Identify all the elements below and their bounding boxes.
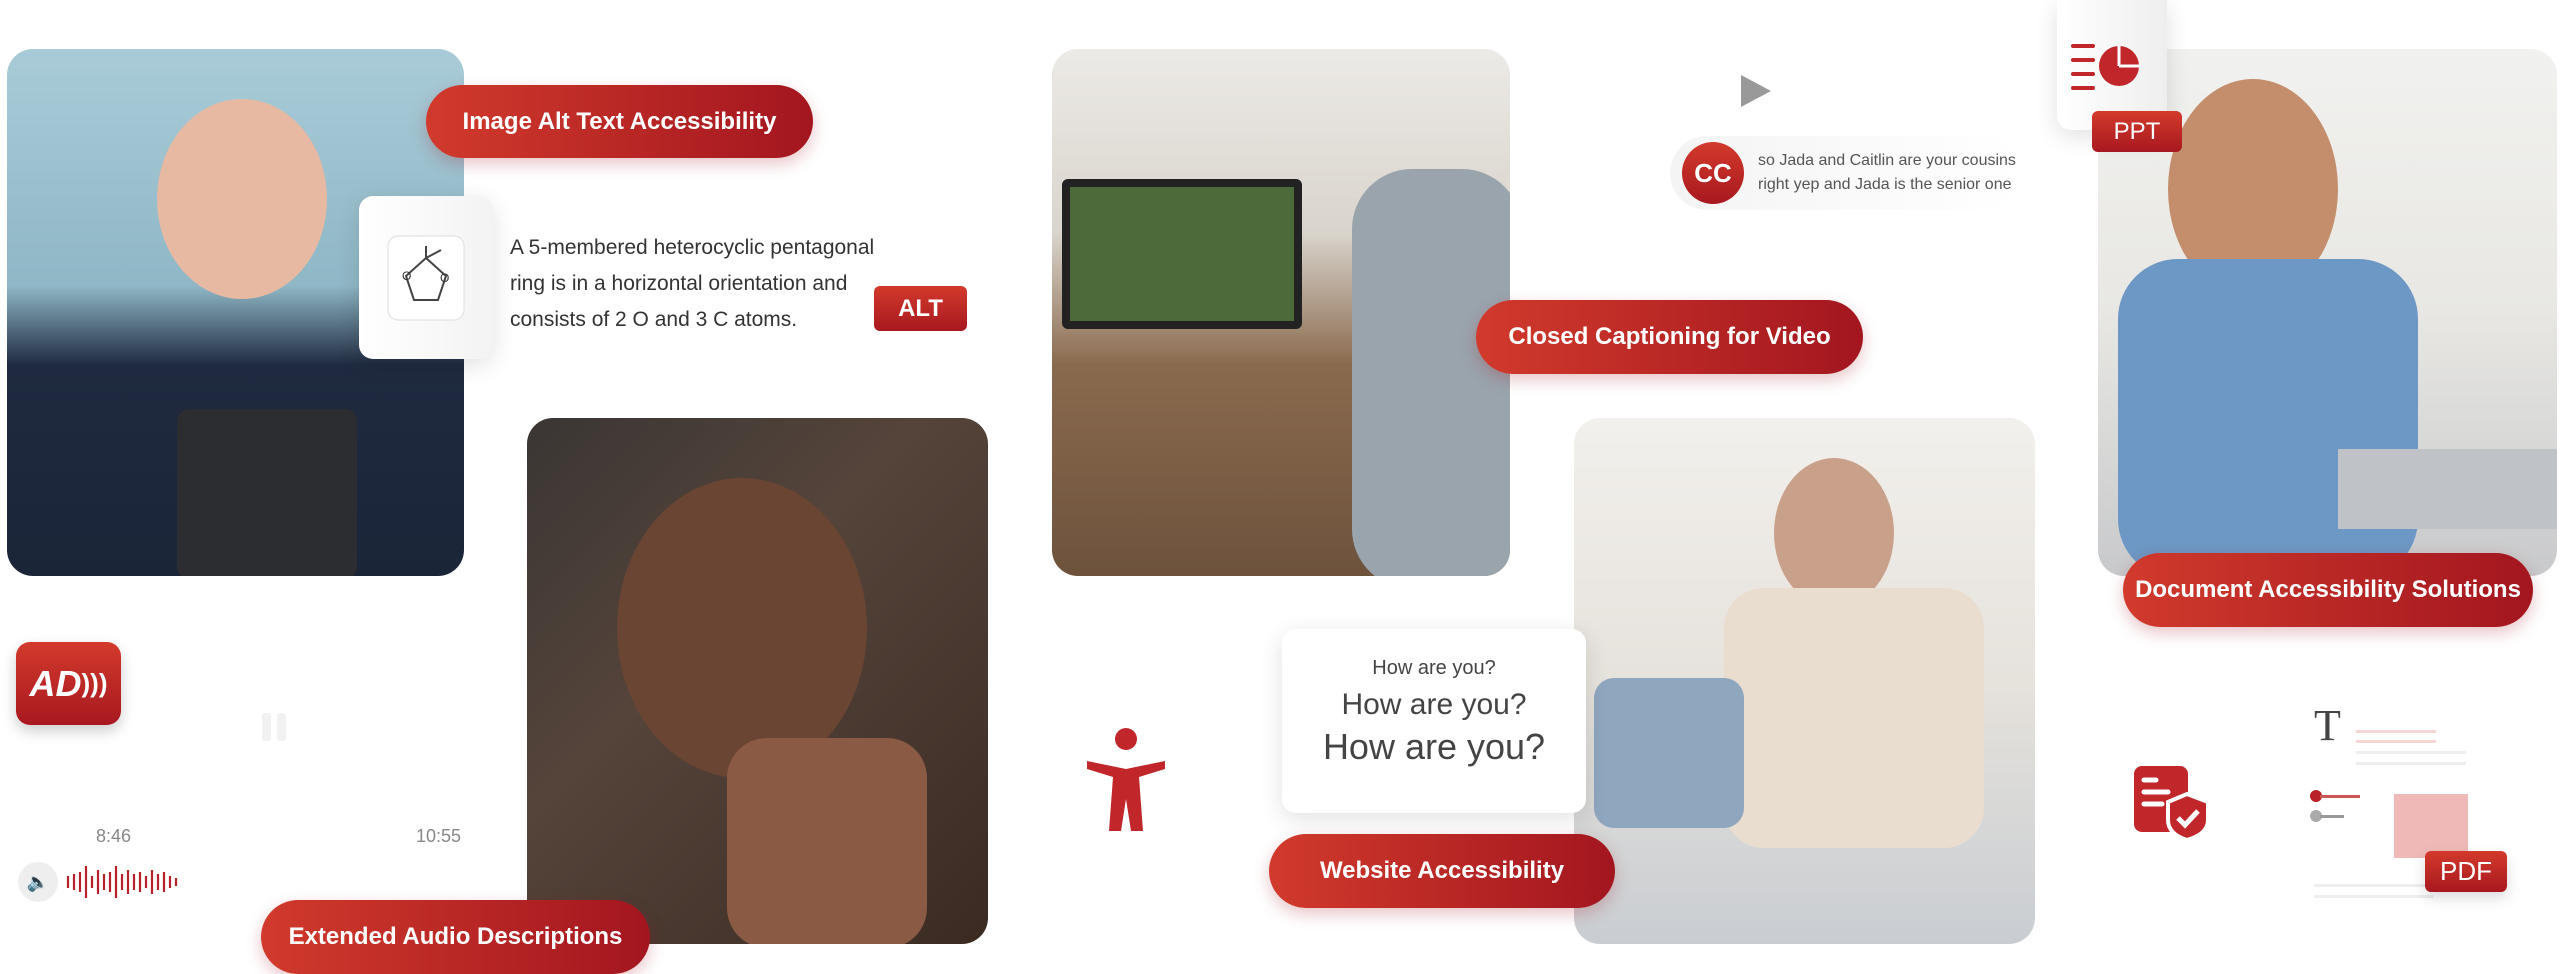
text-large: How are you? (1322, 726, 1546, 767)
svg-text:O: O (440, 271, 449, 285)
ppt-badge: PPT (2092, 111, 2182, 152)
description-line: consists of 2 O and 3 C atoms. (510, 308, 798, 331)
alt-badge: ALT (874, 286, 967, 331)
text-medium: How are you? (1341, 688, 1527, 721)
svg-text:O: O (402, 269, 411, 283)
pdf-badge: PDF (2425, 851, 2507, 892)
documents-feature-label: Document Accessibility Solutions (2123, 553, 2533, 627)
photo-laptop-video (1052, 49, 1510, 576)
presentation-icon (2071, 44, 2139, 90)
cc-icon: CC (1682, 142, 1744, 204)
molecule-icon: OO (387, 235, 465, 320)
description-line: A 5-membered heterocyclic pentagonal (510, 236, 875, 259)
audio-description-icon: AD))) (16, 642, 121, 725)
audio-feature-label: Extended Audio Descriptions (261, 900, 650, 974)
website-feature-label: Website Accessibility (1269, 834, 1615, 908)
photo-man-listening (527, 418, 988, 944)
waveform (66, 866, 178, 898)
pause-icon[interactable] (262, 713, 286, 741)
text-glyph: T (2314, 701, 2341, 750)
time-total: 10:55 (416, 826, 462, 846)
molecule-card: OO (359, 196, 493, 359)
document-shield-icon (2134, 766, 2210, 842)
accessibility-icon (1087, 728, 1165, 831)
description-line: ring is in a horizontal orientation and (510, 272, 848, 295)
caption-line: so Jada and Caitlin are your cousins (1758, 152, 2016, 169)
alt-text-feature-label: Image Alt Text Accessibility (426, 85, 813, 158)
caption-bubble: CC so Jada and Caitlin are your cousins … (1670, 136, 2020, 210)
photo-woman-laptop (1574, 418, 2035, 944)
text-small: How are you? (1372, 657, 1496, 679)
caption-line: right yep and Jada is the senior one (1758, 176, 2012, 193)
volume-button[interactable]: 🔈 (18, 862, 58, 902)
time-current: 8:46 (96, 826, 132, 846)
text-size-card: How are you? How are you? How are you? (1282, 629, 1586, 813)
alt-text-description: A 5-membered heterocyclic pentagonal rin… (510, 230, 874, 338)
captions-feature-label: Closed Captioning for Video (1476, 300, 1863, 374)
play-icon[interactable] (1739, 73, 1773, 109)
ad-label: AD (29, 662, 82, 704)
